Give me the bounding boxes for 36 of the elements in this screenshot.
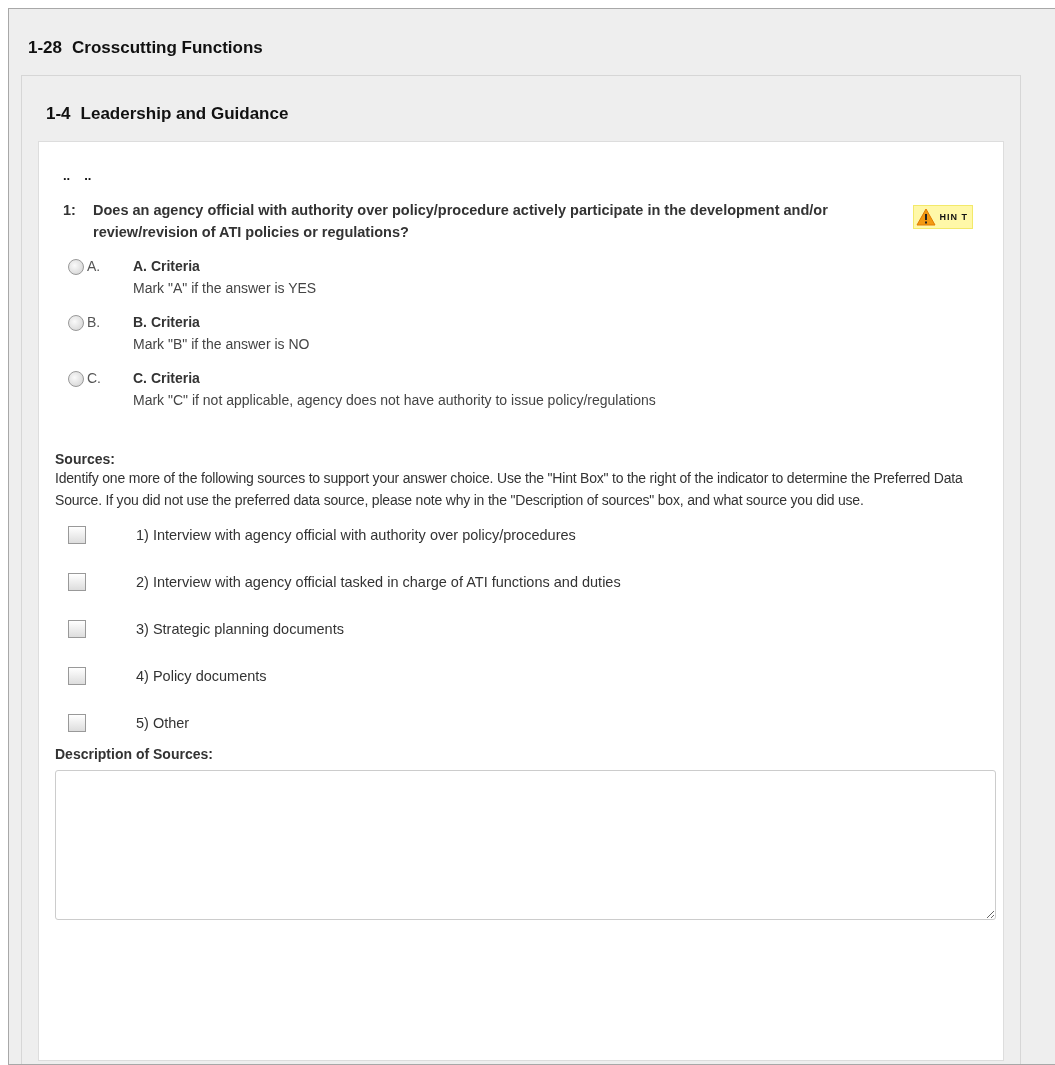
option-description: Mark "C" if not applicable, agency does not have authority to issue policy/regulations xyxy=(133,391,656,410)
option-letter: A. xyxy=(86,257,102,276)
checkbox[interactable] xyxy=(68,713,86,732)
hint-button[interactable]: HIN T xyxy=(912,205,973,229)
warning-icon xyxy=(915,208,936,226)
radio-button[interactable] xyxy=(68,259,84,275)
option-title: C. Criteria xyxy=(133,369,201,388)
source-label: 3) Strategic planning documents xyxy=(136,620,344,637)
checkbox[interactable] xyxy=(68,525,86,544)
source-label: 2) Interview with agency official tasked in charge of ATI functions and duties xyxy=(136,573,621,590)
radio-button[interactable] xyxy=(68,315,84,331)
source-label: 4) Policy documents xyxy=(136,667,267,684)
breadcrumb-link[interactable]: .. xyxy=(63,168,71,183)
checkbox[interactable] xyxy=(68,666,86,685)
checkbox[interactable] xyxy=(68,572,86,591)
option-title: A. Criteria xyxy=(133,257,201,276)
option-letter: B. xyxy=(86,313,102,332)
source-label: 1) Interview with agency official with authority over policy/procedures xyxy=(136,526,576,543)
question-text: Does an agency official with authority over policy/procedure actively participate in the development and/or review/revision of ATI policies or regulations? xyxy=(93,201,829,242)
description-field[interactable] xyxy=(55,770,996,920)
source-label: 5) Other xyxy=(136,714,190,731)
question-number: 1: xyxy=(63,201,77,220)
option-title: B. Criteria xyxy=(133,313,201,332)
section-number: 1-28 xyxy=(28,38,63,58)
subsection-title: Leadership and Guidance xyxy=(80,104,289,124)
breadcrumb-link[interactable]: .. xyxy=(84,168,92,183)
option-letter: C. xyxy=(86,369,102,388)
option-description: Mark "B" if the answer is NO xyxy=(133,335,310,354)
description-label: Description of Sources: xyxy=(55,746,214,762)
checkbox[interactable] xyxy=(68,619,86,638)
sources-heading: Sources: xyxy=(55,451,116,467)
option-description: Mark "A" if the answer is YES xyxy=(133,279,317,298)
radio-button[interactable] xyxy=(68,371,84,387)
subsection-number: 1-4 xyxy=(46,104,71,124)
section-title: Crosscutting Functions xyxy=(72,38,263,58)
sources-instructions: Identify one more of the following sources to support your answer choice. Use the "Hint Box" to the right of the indicator to determine the Preferred Data Source. If you did not use the preferred data source, please note why in the "Description of sources" box, and what source you did use. xyxy=(55,469,964,510)
